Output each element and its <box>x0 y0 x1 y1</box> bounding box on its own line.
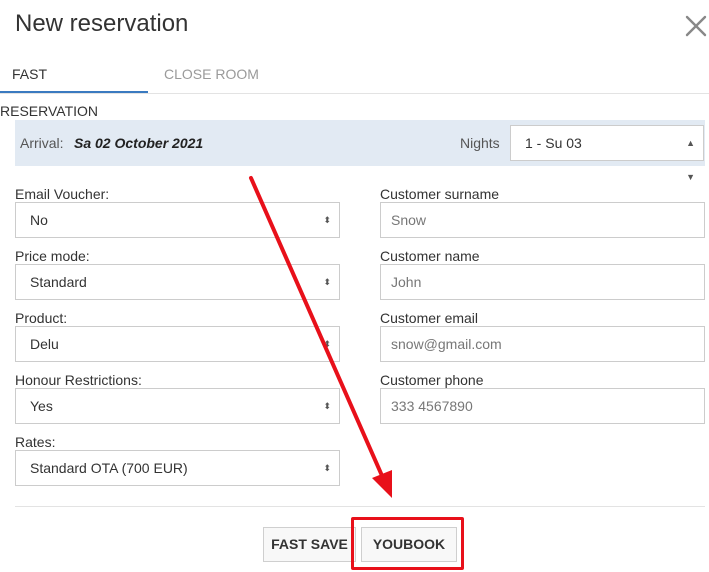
annotation-arrow-icon <box>249 176 392 498</box>
